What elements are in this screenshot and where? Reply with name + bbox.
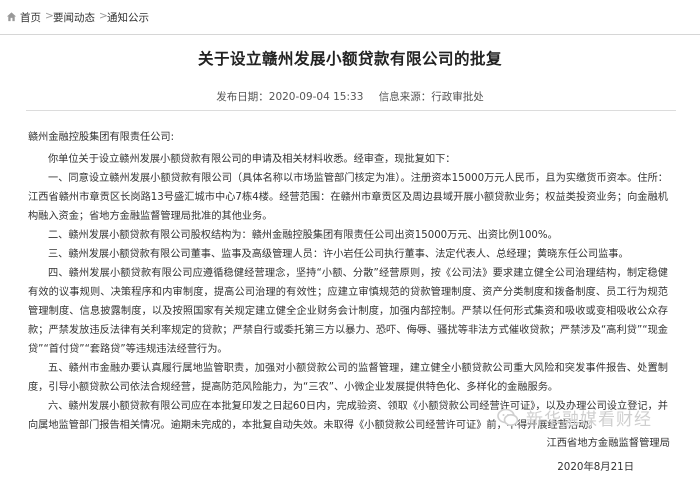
paragraph-5: 五、赣州市金融办要认真履行属地监管职责，加强对小额贷款公司的监督管理，建立健全小… — [28, 363, 668, 393]
paragraph-3: 三、赣州发展小额贷款有限公司董事、监事及高级管理人员：许小岩任公司执行董事、法定… — [48, 249, 629, 260]
breadcrumb-section-link[interactable]: 要闻动态 — [53, 10, 95, 25]
paragraph-2: 二、赣州发展小额贷款有限公司股权结构为：赣州金融控股集团有限责任公司出资1500… — [48, 230, 558, 241]
divider — [26, 110, 676, 111]
signature-date: 2020年8月21日 — [557, 461, 634, 473]
paragraph-1: 一、同意设立赣州发展小额贷款有限公司（具体名称以市场监管部门核定为准）。注册资本… — [28, 173, 668, 222]
watermark: 新华融媒看财经 — [496, 405, 652, 430]
info-source: 信息来源：行政审批处 — [378, 91, 484, 103]
publish-date: 发布日期：2020-09-04 15:33 — [216, 91, 364, 103]
article-body: 你单位关于设立赣州发展小额贷款有限公司的申请及相关材料收悉。经审查，现批复如下：… — [28, 150, 668, 435]
paragraph-4: 四、赣州发展小额贷款有限公司应遵循稳健经营理念，坚持“小额、分散”经营原则，按《… — [28, 268, 668, 355]
breadcrumb: 首页 > 要闻动态 > 通知公示 — [0, 0, 700, 35]
home-icon — [6, 12, 17, 22]
signature-organization: 江西省地方金融监督管理局 — [546, 437, 670, 449]
wechat-icon — [497, 408, 519, 426]
page-title: 关于设立赣州发展小额贷款有限公司的批复 — [197, 50, 502, 68]
breadcrumb-home-link[interactable]: 首页 — [20, 10, 41, 25]
breadcrumb-current-link[interactable]: 通知公示 — [107, 10, 149, 25]
paragraph-intro: 你单位关于设立赣州发展小额贷款有限公司的申请及相关材料收悉。经审查，现批复如下： — [48, 154, 456, 165]
watermark-text: 新华融媒看财经 — [526, 410, 652, 430]
salutation: 赣州金融控股集团有限责任公司: — [28, 132, 175, 143]
article-meta: 发布日期：2020-09-04 15:33 信息来源：行政审批处 — [0, 89, 700, 104]
